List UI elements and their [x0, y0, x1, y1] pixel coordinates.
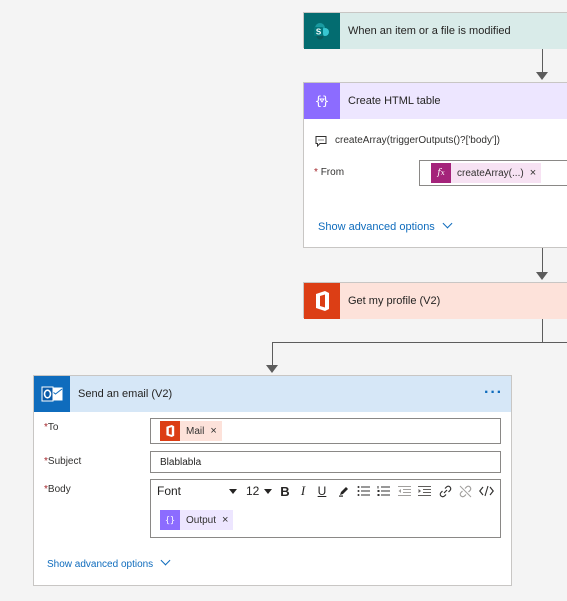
to-label: *To: [44, 422, 58, 433]
from-input[interactable]: fx createArray(...) ×: [419, 160, 567, 186]
send-email-header[interactable]: Send an email (V2) ···: [34, 376, 511, 412]
subject-input[interactable]: Blablabla: [150, 451, 501, 473]
fx-icon: fx: [431, 163, 451, 183]
remove-token-icon[interactable]: ×: [530, 167, 541, 179]
body-label-text: Body: [47, 484, 71, 495]
increase-indent-icon: [417, 486, 431, 496]
sharepoint-icon: S: [304, 13, 340, 49]
rich-text-toolbar: Font 12 B I U: [151, 482, 500, 500]
send-email-card[interactable]: Send an email (V2) ··· *To Mail × *Subje…: [33, 375, 512, 586]
decrease-indent-button[interactable]: [396, 482, 412, 500]
required-marker: *: [314, 167, 318, 178]
show-advanced-options-link[interactable]: Show advanced options: [318, 218, 453, 233]
show-advanced-options-link[interactable]: Show advanced options: [47, 555, 171, 570]
trigger-card[interactable]: S When an item or a file is modified: [303, 12, 567, 49]
bold-button[interactable]: B: [277, 482, 293, 500]
subject-label: *Subject: [44, 456, 81, 467]
remove-token-icon[interactable]: ×: [210, 425, 221, 437]
to-label-text: To: [47, 422, 59, 433]
code-view-icon: [478, 485, 494, 497]
code-view-button[interactable]: [477, 482, 495, 500]
comment-icon: [315, 135, 327, 150]
increase-indent-button[interactable]: [416, 482, 432, 500]
italic-button[interactable]: I: [296, 482, 310, 500]
html-table-header[interactable]: {} Create HTML table: [304, 83, 567, 119]
font-size-value: 12: [246, 484, 260, 498]
chevron-down-icon: [442, 218, 453, 229]
chevron-down-icon: [160, 555, 171, 566]
dropdown-caret-icon: [229, 488, 237, 494]
advanced-options-label: Show advanced options: [318, 221, 435, 233]
bulleted-list-icon: [357, 486, 370, 496]
arrow-down-icon: [266, 365, 278, 373]
arrow-down-icon: [536, 72, 548, 80]
office-icon: [160, 421, 180, 441]
html-table-title: Create HTML table: [348, 95, 441, 107]
insert-link-button[interactable]: [437, 482, 453, 500]
font-select[interactable]: Font: [155, 482, 239, 500]
html-table-card[interactable]: {} Create HTML table createArray(trigger…: [303, 82, 567, 248]
remove-token-icon[interactable]: ×: [222, 514, 233, 526]
remove-link-button[interactable]: [457, 482, 473, 500]
subject-value: Blablabla: [160, 457, 202, 468]
office-icon: [304, 283, 340, 319]
outlook-icon: [34, 376, 70, 412]
font-size-select[interactable]: 12: [244, 482, 274, 500]
numbered-list-icon: [377, 486, 390, 496]
send-email-title: Send an email (V2): [78, 388, 173, 400]
arrow-down-icon: [536, 272, 548, 280]
font-color-button[interactable]: [336, 482, 352, 500]
link-icon: [439, 485, 451, 497]
connector-line: [272, 342, 567, 343]
get-profile-card[interactable]: Get my profile (V2): [303, 282, 567, 319]
bulleted-list-button[interactable]: [355, 482, 371, 500]
data-operations-icon: {}: [160, 510, 180, 530]
connector-line: [542, 317, 543, 343]
body-token-label: Output: [186, 514, 217, 526]
connector-line: [272, 342, 273, 365]
trigger-header[interactable]: S When an item or a file is modified: [304, 13, 567, 49]
decrease-indent-icon: [397, 486, 411, 496]
highlighter-icon: [339, 487, 348, 497]
trigger-title: When an item or a file is modified: [348, 25, 511, 37]
step-comment: createArray(triggerOutputs()?['body']): [335, 135, 500, 146]
svg-text:{}: {}: [165, 515, 175, 525]
more-options-icon[interactable]: ···: [484, 384, 503, 402]
to-input[interactable]: Mail ×: [150, 418, 501, 444]
to-token[interactable]: Mail ×: [160, 421, 222, 441]
from-token[interactable]: fx createArray(...) ×: [431, 163, 542, 183]
from-token-label: createArray(...): [457, 167, 524, 179]
numbered-list-button[interactable]: [375, 482, 391, 500]
dropdown-caret-icon: [264, 488, 272, 494]
subject-label-text: Subject: [47, 456, 82, 467]
to-token-label: Mail: [186, 425, 205, 437]
svg-text:{}: {}: [315, 94, 329, 108]
from-label-text: From: [320, 167, 345, 178]
get-profile-title: Get my profile (V2): [348, 295, 441, 307]
underline-button[interactable]: U: [314, 482, 330, 500]
unlink-icon: [459, 485, 471, 497]
svg-text:S: S: [316, 28, 322, 37]
data-operations-icon: {}: [304, 83, 340, 119]
font-value: Font: [157, 484, 182, 498]
from-label: * From: [314, 167, 344, 178]
connector-line: [542, 48, 543, 72]
body-token[interactable]: {} Output ×: [160, 510, 234, 530]
get-profile-header[interactable]: Get my profile (V2): [304, 283, 567, 319]
connector-line: [542, 248, 543, 272]
advanced-options-label: Show advanced options: [47, 559, 154, 570]
body-label: *Body: [44, 484, 71, 495]
body-editor[interactable]: Font 12 B I U {} Output ×: [150, 479, 501, 538]
